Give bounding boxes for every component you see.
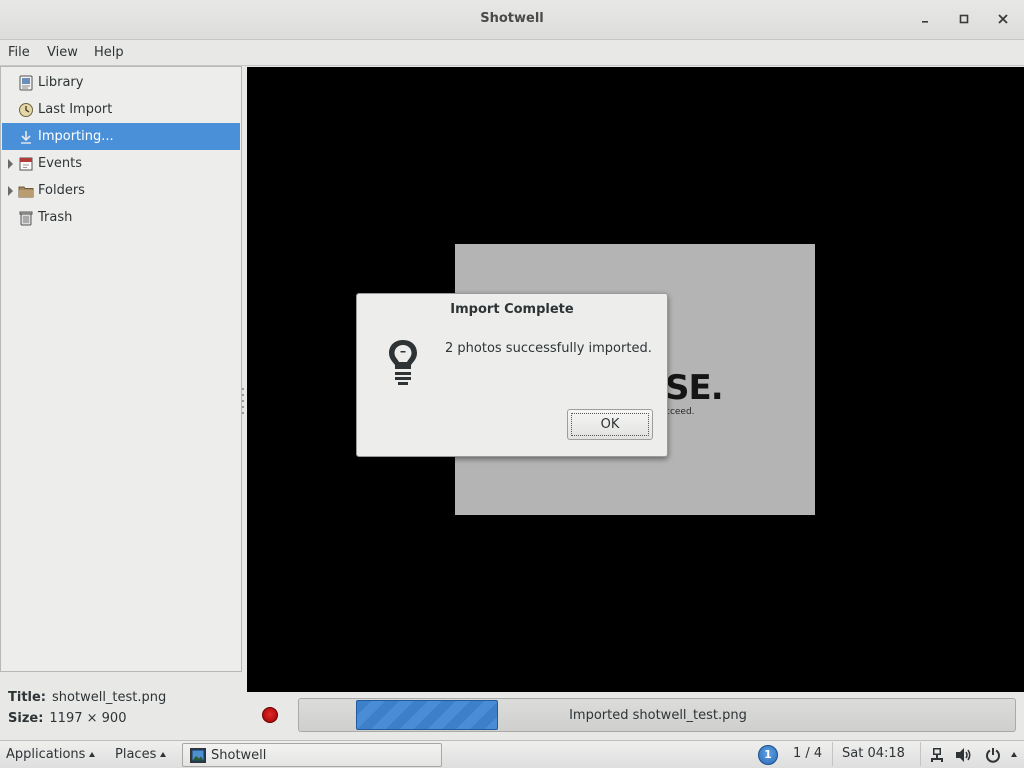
sidebar-item-label: Events	[38, 156, 83, 171]
metadata-title-row: Title: shotwell_test.png	[8, 690, 166, 705]
sidebar-item-label: Folders	[38, 183, 85, 198]
sidebar-item-trash[interactable]: Trash	[2, 204, 240, 231]
metadata-title-label: Title:	[8, 690, 47, 705]
volume-icon[interactable]	[955, 747, 973, 767]
menu-arrow-icon	[1011, 752, 1017, 757]
metadata-title-value: shotwell_test.png	[52, 690, 167, 705]
sidebar-item-folders[interactable]: Folders	[2, 177, 240, 204]
maximize-icon[interactable]	[952, 8, 976, 30]
photo-tagline-text: cceed.	[665, 407, 695, 417]
sidebar-item-events[interactable]: Events	[2, 150, 240, 177]
network-icon[interactable]	[929, 747, 945, 767]
events-icon	[18, 156, 34, 172]
menu-view[interactable]: View	[47, 45, 78, 60]
panel-separator	[920, 742, 921, 766]
taskbar-item-shotwell[interactable]: Shotwell	[182, 743, 442, 767]
folder-icon	[18, 183, 34, 199]
ok-button[interactable]: OK	[567, 409, 653, 440]
stop-icon[interactable]	[262, 707, 278, 723]
sidebar-item-library[interactable]: Library	[2, 69, 240, 96]
taskbar-item-label: Shotwell	[211, 748, 267, 763]
clock[interactable]: Sat 04:18	[842, 746, 905, 761]
sidebar-item-label: Library	[38, 75, 84, 90]
photo-logo-text: SE.	[665, 368, 724, 408]
sidebar-item-label: Trash	[38, 210, 73, 225]
metadata-size-row: Size: 1197 × 900	[8, 711, 126, 726]
window-titlebar[interactable]: Shotwell	[0, 0, 1024, 40]
menu-arrow-icon	[89, 752, 96, 757]
metadata-panel: Title: shotwell_test.png Size: 1197 × 900	[0, 676, 242, 738]
menu-file[interactable]: File	[8, 45, 30, 60]
pane-divider-handle[interactable]	[242, 388, 244, 418]
menu-arrow-icon	[160, 752, 167, 757]
metadata-size-label: Size:	[8, 711, 44, 726]
dialog-message: 2 photos successfully imported.	[445, 341, 652, 356]
sidebar-item-label: Last Import	[38, 102, 113, 117]
shotwell-app-icon	[190, 748, 206, 763]
library-icon	[18, 75, 34, 91]
last-import-icon	[18, 102, 34, 118]
minimize-icon[interactable]	[913, 8, 937, 30]
power-menu-arrow[interactable]	[1007, 747, 1017, 762]
sidebar-resize-handle[interactable]	[108, 670, 134, 681]
menu-help[interactable]: Help	[94, 45, 124, 60]
applications-label: Applications	[6, 747, 86, 762]
applications-menu[interactable]: Applications	[6, 747, 96, 762]
focus-ring	[571, 413, 649, 436]
lightbulb-info-icon	[385, 338, 421, 386]
sidebar-item-last-import[interactable]: Last Import	[2, 96, 240, 123]
import-complete-dialog: Import Complete 2 photos successfully im…	[356, 293, 668, 457]
sidebar: Library Last Import Importing... Events	[0, 66, 242, 672]
workspace-indicator[interactable]: 1 / 4	[793, 746, 822, 761]
import-progress-bar: Imported shotwell_test.png	[298, 698, 1016, 732]
menubar: File View Help	[0, 40, 1024, 66]
metadata-size-value: 1197 × 900	[49, 711, 127, 726]
import-arrow-icon	[18, 129, 34, 145]
panel-separator	[832, 742, 833, 766]
dialog-title: Import Complete	[450, 302, 574, 317]
power-icon[interactable]	[985, 747, 1001, 767]
places-label: Places	[115, 747, 157, 762]
sidebar-item-label: Importing...	[38, 129, 114, 144]
expander-arrow-icon[interactable]	[8, 159, 13, 169]
sidebar-item-importing[interactable]: Importing...	[2, 123, 240, 150]
expander-arrow-icon[interactable]	[8, 186, 13, 196]
trash-icon	[18, 210, 34, 226]
window-title: Shotwell	[480, 11, 544, 26]
workspace-badge[interactable]: 1	[758, 745, 778, 765]
close-icon[interactable]	[991, 8, 1015, 30]
desktop: Shotwell File View Help Library Last Imp…	[0, 0, 1024, 768]
import-progress-text: Imported shotwell_test.png	[569, 708, 747, 723]
places-menu[interactable]: Places	[115, 747, 167, 762]
